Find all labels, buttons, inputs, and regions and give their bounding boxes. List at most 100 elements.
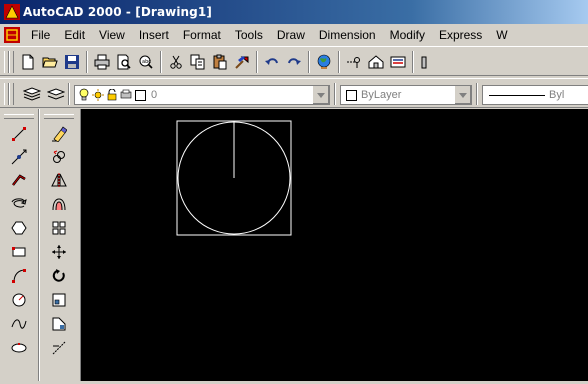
layer-control-dropdown[interactable]: 0 <box>74 85 330 105</box>
menu-window[interactable]: W <box>489 28 514 42</box>
layer-dropdown-arrow[interactable] <box>312 86 329 104</box>
menu-edit[interactable]: Edit <box>57 28 92 42</box>
mirror-icon <box>51 173 67 187</box>
erase-icon <box>52 126 67 142</box>
toolbar-grip[interactable] <box>9 51 14 73</box>
copy-object-button[interactable] <box>48 146 70 168</box>
object-properties-toolbar: 0 ByLayer Byl <box>0 78 588 108</box>
layers-button[interactable] <box>46 84 66 104</box>
redo-button[interactable] <box>284 52 304 72</box>
lightbulb-icon <box>79 88 89 101</box>
toolbar-separator <box>256 51 258 73</box>
drawing-document-icon[interactable] <box>4 27 20 43</box>
trim-button[interactable] <box>48 337 70 359</box>
ellipse-button[interactable] <box>8 337 30 359</box>
match-properties-icon <box>235 56 249 69</box>
open-folder-icon <box>42 57 58 68</box>
layer-name: 0 <box>151 89 158 101</box>
arc-button[interactable] <box>8 265 30 287</box>
line-icon <box>12 127 26 141</box>
offset-icon <box>52 198 66 211</box>
ellipse-icon <box>11 343 27 353</box>
window-title: AutoCAD 2000 - [Drawing1] <box>23 5 212 19</box>
svg-text:abc: abc <box>142 59 151 65</box>
draw-toolbar-grip[interactable] <box>4 114 34 119</box>
copy-button[interactable] <box>188 52 208 72</box>
undo-icon <box>265 58 278 65</box>
layer-stack-icon <box>23 87 41 101</box>
lock-icon <box>107 89 117 101</box>
undo-button[interactable] <box>262 52 282 72</box>
arc-icon <box>12 269 26 283</box>
linetype-control-dropdown[interactable]: Byl <box>482 85 588 105</box>
internet-button[interactable] <box>314 52 334 72</box>
model-space-canvas[interactable] <box>81 109 588 381</box>
color-control-dropdown[interactable]: ByLayer <box>340 85 472 105</box>
chevron-down-icon <box>317 92 325 98</box>
paste-button[interactable] <box>210 52 230 72</box>
save-button[interactable] <box>62 52 82 72</box>
rectangle-button[interactable] <box>8 241 30 263</box>
spline-button[interactable] <box>8 313 30 335</box>
toolbar-separator <box>308 51 310 73</box>
mirror-button[interactable] <box>48 169 70 191</box>
make-object-layer-current-button[interactable] <box>22 84 42 104</box>
layer-color-swatch <box>135 89 146 101</box>
color-dropdown-arrow[interactable] <box>454 86 471 104</box>
plot-button[interactable]: abc <box>136 52 156 72</box>
toolbar-separator <box>160 51 162 73</box>
polygon-shape-button[interactable] <box>8 217 30 239</box>
print-icon <box>94 54 110 70</box>
menu-bar: File Edit View Insert Format Tools Draw … <box>0 24 588 46</box>
stretch-icon <box>52 317 66 331</box>
menu-tools[interactable]: Tools <box>228 28 270 42</box>
properties-button[interactable] <box>388 52 408 72</box>
scale-button[interactable] <box>48 289 70 311</box>
menu-insert[interactable]: Insert <box>132 28 176 42</box>
print-preview-button[interactable] <box>114 52 134 72</box>
cut-button[interactable] <box>166 52 186 72</box>
snap-from-button[interactable] <box>344 52 364 72</box>
scale-icon <box>52 293 66 307</box>
title-bar[interactable]: AutoCAD 2000 - [Drawing1] <box>0 0 588 24</box>
construction-line-button[interactable] <box>8 146 30 168</box>
menu-format[interactable]: Format <box>176 28 228 42</box>
line-button[interactable] <box>8 123 30 145</box>
circle-button[interactable] <box>8 289 30 311</box>
move-button[interactable] <box>48 241 70 263</box>
polyline-button[interactable] <box>8 169 30 191</box>
menu-express[interactable]: Express <box>432 28 489 42</box>
snap-icon <box>347 57 360 68</box>
toolbar-separator <box>68 83 70 105</box>
array-button[interactable] <box>48 217 70 239</box>
adcenter-button[interactable] <box>366 52 386 72</box>
menu-modify[interactable]: Modify <box>383 28 432 42</box>
help-button[interactable] <box>418 52 438 72</box>
offset-button[interactable] <box>48 193 70 215</box>
toolbar-separator <box>476 83 478 105</box>
color-swatch <box>346 89 357 101</box>
circle-icon <box>12 293 26 307</box>
new-file-button[interactable] <box>18 52 38 72</box>
toolbar-grip[interactable] <box>9 83 14 105</box>
hexagon-icon <box>11 221 27 235</box>
new-file-icon <box>22 54 34 70</box>
menu-dimension[interactable]: Dimension <box>312 28 383 42</box>
modify-toolbar-grip[interactable] <box>44 114 74 119</box>
array-icon <box>52 221 66 235</box>
stretch-button[interactable] <box>48 313 70 335</box>
rotate-button[interactable] <box>48 265 70 287</box>
menu-draw[interactable]: Draw <box>270 28 312 42</box>
open-button[interactable] <box>40 52 60 72</box>
toolbar-separator <box>86 51 88 73</box>
erase-button[interactable] <box>48 123 70 145</box>
drawing-area[interactable] <box>80 109 588 381</box>
polygon-button[interactable] <box>8 193 30 215</box>
autocad-app-icon[interactable] <box>4 4 20 20</box>
plot-layer-icon <box>120 89 132 99</box>
match-properties-button[interactable] <box>232 52 252 72</box>
menu-file[interactable]: File <box>24 28 57 42</box>
menu-view[interactable]: View <box>92 28 132 42</box>
save-icon <box>65 55 79 69</box>
print-button[interactable] <box>92 52 112 72</box>
